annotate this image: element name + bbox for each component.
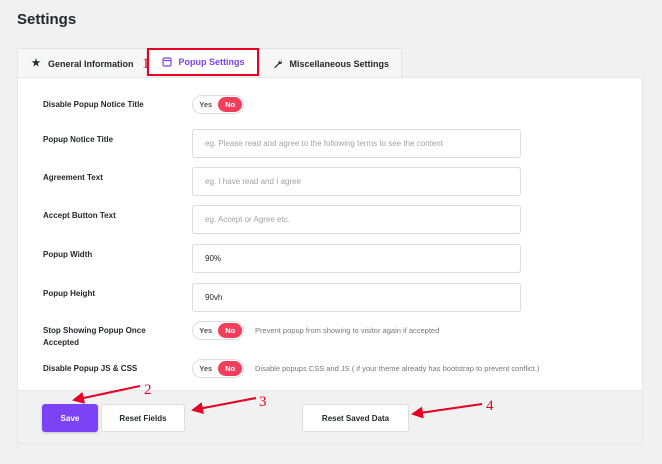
tab-label: Popup Settings <box>178 57 245 67</box>
popup-height-input[interactable]: 90vh <box>192 283 521 312</box>
toggle-no[interactable]: No <box>218 361 242 376</box>
disable-js-css-label: Disable Popup JS & CSS <box>43 364 138 373</box>
tab-label: General Information <box>48 58 134 69</box>
save-button[interactable]: Save <box>42 404 98 432</box>
popup-width-label: Popup Width <box>43 250 93 259</box>
toggle-yes[interactable]: Yes <box>193 326 218 335</box>
toggle-yes[interactable]: Yes <box>193 364 218 373</box>
annotation-number-2: 2 <box>144 382 152 398</box>
notice-title-input[interactable]: eg. Please read and agree to the followi… <box>192 129 521 158</box>
disable-js-css-hint: Disable popups CSS and JS ( if your them… <box>255 364 540 373</box>
disable-notice-title-toggle[interactable]: Yes No <box>192 95 244 114</box>
tab-miscellaneous-settings[interactable]: Miscellaneous Settings <box>258 48 403 78</box>
star-icon: ★ <box>31 58 41 69</box>
reset-fields-button[interactable]: Reset Fields <box>101 404 185 432</box>
page-title: Settings <box>17 11 77 28</box>
stop-showing-toggle[interactable]: Yes No <box>192 321 244 340</box>
accept-button-text-label: Accept Button Text <box>43 211 116 220</box>
stop-showing-hint: Prevent popup from showing to visitor ag… <box>255 326 440 335</box>
popup-width-input[interactable]: 90% <box>192 244 521 273</box>
notice-title-label: Popup Notice Title <box>43 135 114 144</box>
tab-popup-settings[interactable]: Popup Settings <box>146 48 259 76</box>
annotation-number-1: 1 <box>142 56 150 72</box>
stop-showing-label: Stop Showing Popup Once Accepted <box>43 326 146 347</box>
annotation-number-4: 4 <box>486 398 494 414</box>
agreement-text-label: Agreement Text <box>43 173 103 182</box>
agreement-text-input[interactable]: eg. I have read and I agree <box>192 167 521 196</box>
window-icon <box>161 56 173 68</box>
tab-label: Miscellaneous Settings <box>289 58 390 69</box>
accept-button-text-input[interactable]: eg. Accept or Agree etc. <box>192 205 521 234</box>
tab-bar: ★ General Information Popup Settings Mis… <box>17 48 403 78</box>
toggle-no[interactable]: No <box>218 97 242 112</box>
wrench-icon <box>272 58 284 70</box>
toggle-no[interactable]: No <box>218 323 242 338</box>
reset-saved-data-button[interactable]: Reset Saved Data <box>302 404 409 432</box>
popup-height-label: Popup Height <box>43 289 95 298</box>
disable-js-css-toggle[interactable]: Yes No <box>192 359 244 378</box>
annotation-number-3: 3 <box>259 394 267 410</box>
disable-notice-title-label: Disable Popup Notice Title <box>43 100 144 109</box>
toggle-yes[interactable]: Yes <box>193 100 218 109</box>
tab-general-information[interactable]: ★ General Information <box>17 48 147 78</box>
